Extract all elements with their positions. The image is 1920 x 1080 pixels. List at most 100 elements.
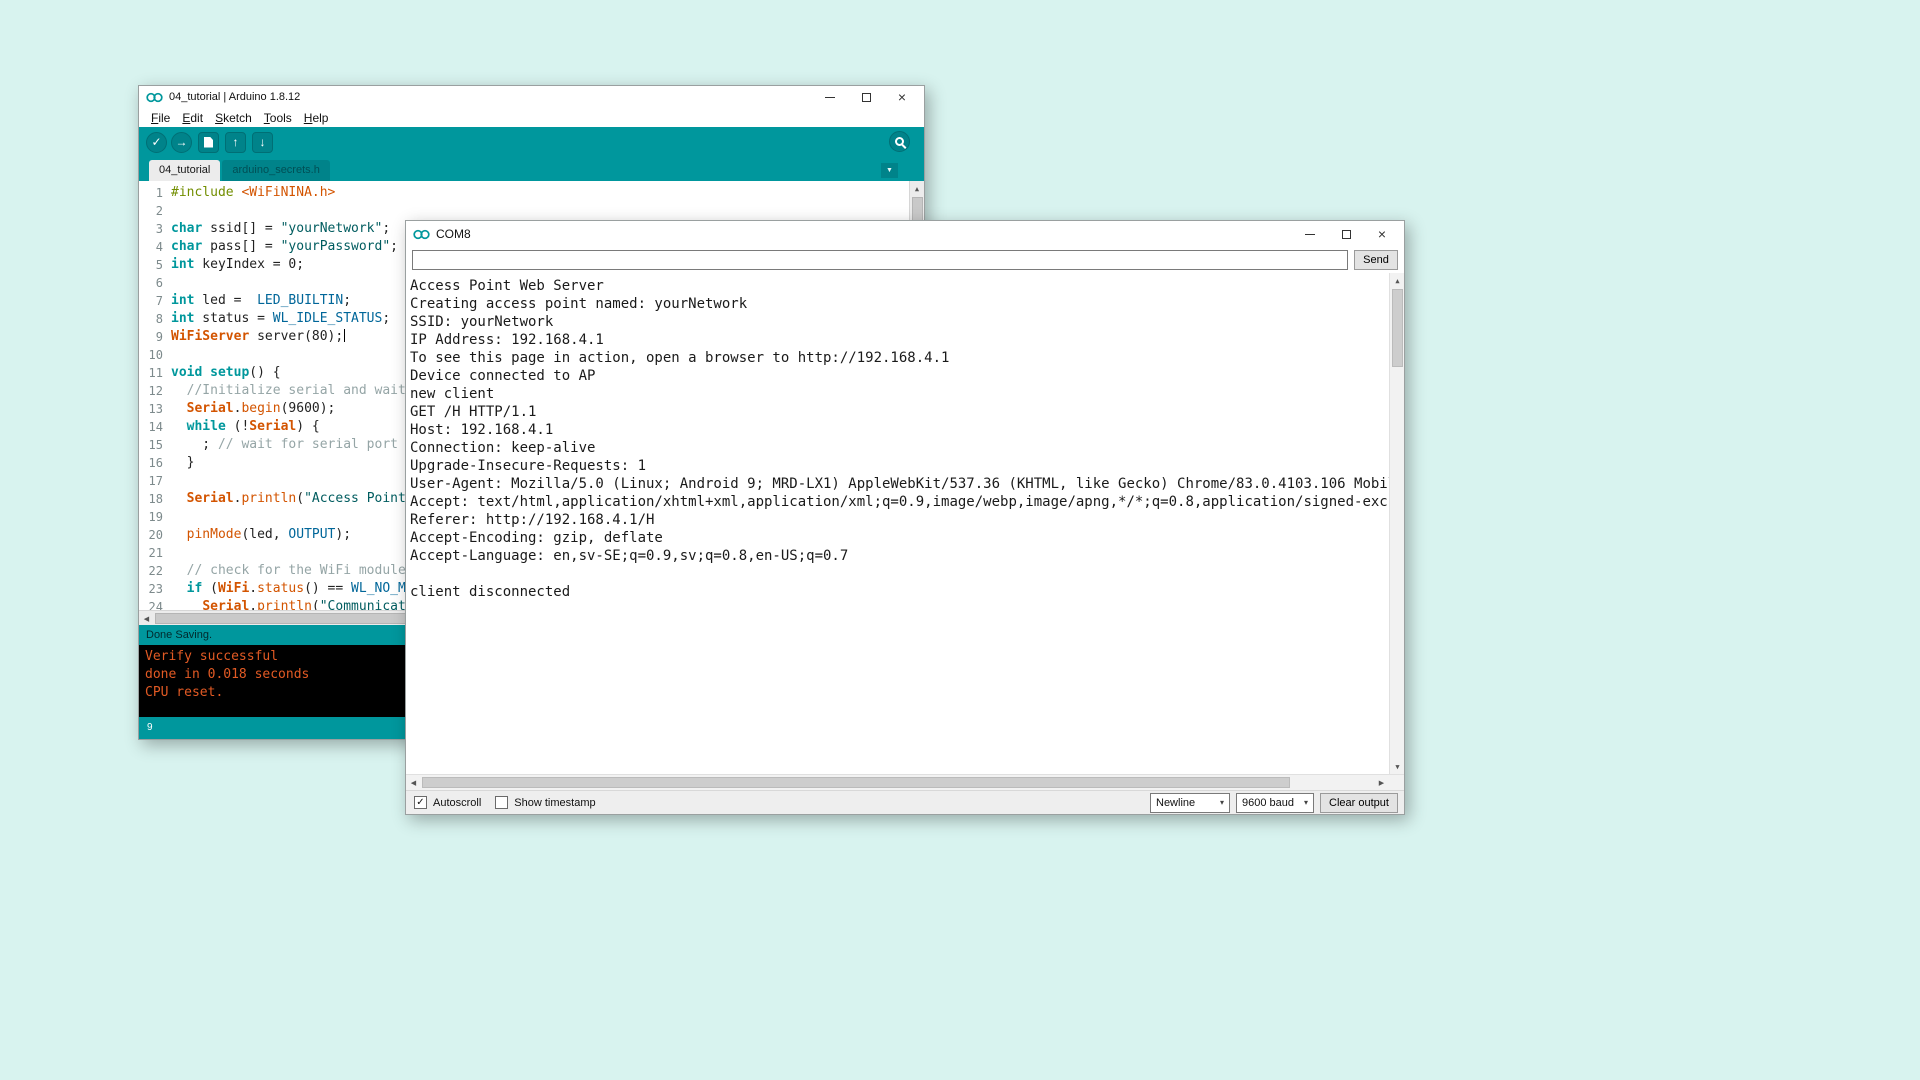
tab-arduino_secrets.h[interactable]: arduino_secrets.h xyxy=(222,160,329,181)
line-number: 1 xyxy=(139,184,171,202)
clear-output-button[interactable]: Clear output xyxy=(1320,793,1398,813)
scroll-up-icon[interactable]: ▲ xyxy=(1390,273,1404,288)
minimize-button[interactable] xyxy=(812,86,848,108)
menu-help[interactable]: Help xyxy=(298,111,335,125)
window-controls: × xyxy=(1292,221,1404,247)
line-number: 8 xyxy=(139,310,171,328)
line-number: 7 xyxy=(139,292,171,310)
line-number: 10 xyxy=(139,346,171,364)
minimize-icon xyxy=(825,97,835,98)
serial-horizontal-scrollbar[interactable]: ◀ ▶ xyxy=(406,774,1404,790)
magnifier-icon xyxy=(895,137,904,146)
arduino-logo-icon xyxy=(413,229,430,240)
scroll-up-icon[interactable]: ▲ xyxy=(910,181,924,196)
serial-line: Host: 192.168.4.1 xyxy=(410,421,1386,439)
ide-toolbar: ✓ → ↑ ↓ xyxy=(139,127,924,157)
window-title: COM8 xyxy=(436,227,471,241)
autoscroll-checkbox[interactable]: ✓ xyxy=(414,796,427,809)
line-number: 24 xyxy=(139,598,171,610)
serial-line: Accept-Language: en,sv-SE;q=0.9,sv;q=0.8… xyxy=(410,547,1386,565)
maximize-icon xyxy=(862,93,871,102)
save-button[interactable]: ↓ xyxy=(252,132,273,153)
scroll-right-icon[interactable]: ▶ xyxy=(1374,775,1389,790)
serial-line: Accept-Encoding: gzip, deflate xyxy=(410,529,1386,547)
tab-list-dropdown[interactable]: ▼ xyxy=(881,163,898,178)
autoscroll-label: Autoscroll xyxy=(433,797,481,809)
maximize-button[interactable] xyxy=(848,86,884,108)
serial-line: Accept: text/html,application/xhtml+xml,… xyxy=(410,493,1386,511)
line-number: 6 xyxy=(139,274,171,292)
chevron-down-icon: ▾ xyxy=(1304,798,1308,807)
menu-bar: FileEditSketchToolsHelp xyxy=(139,108,924,127)
menu-sketch[interactable]: Sketch xyxy=(209,111,258,125)
serial-hscroll-thumb[interactable] xyxy=(422,777,1290,788)
arduino-titlebar[interactable]: 04_tutorial | Arduino 1.8.12 × xyxy=(139,86,924,108)
chevron-down-icon: ▼ xyxy=(886,167,893,174)
serial-line: Upgrade-Insecure-Requests: 1 xyxy=(410,457,1386,475)
serial-titlebar[interactable]: COM8 × xyxy=(406,221,1404,247)
menu-edit[interactable]: Edit xyxy=(176,111,209,125)
serial-line: To see this page in action, open a brows… xyxy=(410,349,1386,367)
line-number: 4 xyxy=(139,238,171,256)
minimize-button[interactable] xyxy=(1292,221,1328,247)
line-ending-select[interactable]: Newline ▾ xyxy=(1150,793,1230,813)
code-line: 2 xyxy=(139,202,924,220)
line-number: 22 xyxy=(139,562,171,580)
line-number: 11 xyxy=(139,364,171,382)
serial-line: new client xyxy=(410,385,1386,403)
line-ending-value: Newline xyxy=(1156,797,1195,809)
line-number: 14 xyxy=(139,418,171,436)
upload-icon: → xyxy=(176,136,188,148)
line-number: 5 xyxy=(139,256,171,274)
line-number: 3 xyxy=(139,220,171,238)
show-timestamp-checkbox[interactable] xyxy=(495,796,508,809)
open-button[interactable]: ↑ xyxy=(225,132,246,153)
window-controls: × xyxy=(812,86,924,108)
code-line: 1#include <WiFiNINA.h> xyxy=(139,184,924,202)
tab-04_tutorial[interactable]: 04_tutorial xyxy=(149,160,220,181)
send-button[interactable]: Send xyxy=(1354,250,1398,270)
serial-line: IP Address: 192.168.4.1 xyxy=(410,331,1386,349)
upload-button[interactable]: → xyxy=(171,132,192,153)
serial-monitor-button[interactable] xyxy=(889,131,910,152)
verify-icon: ✓ xyxy=(151,136,161,148)
new-sketch-button[interactable] xyxy=(198,132,219,153)
serial-line: Creating access point named: yourNetwork xyxy=(410,295,1386,313)
serial-vscroll-thumb[interactable] xyxy=(1392,289,1403,367)
close-button[interactable]: × xyxy=(1364,221,1400,247)
show-timestamp-label: Show timestamp xyxy=(514,797,595,809)
text-cursor xyxy=(344,329,345,342)
cursor-line-indicator: 9 xyxy=(147,722,153,733)
scroll-left-icon[interactable]: ◀ xyxy=(406,775,421,790)
maximize-icon xyxy=(1342,230,1351,239)
open-icon: ↑ xyxy=(233,136,239,148)
line-number: 16 xyxy=(139,454,171,472)
serial-line: SSID: yourNetwork xyxy=(410,313,1386,331)
serial-line: GET /H HTTP/1.1 xyxy=(410,403,1386,421)
menu-tools[interactable]: Tools xyxy=(258,111,298,125)
close-button[interactable]: × xyxy=(884,86,920,108)
line-number: 12 xyxy=(139,382,171,400)
serial-output: ▲ ▼ Access Point Web ServerCreating acce… xyxy=(406,273,1404,774)
line-number: 23 xyxy=(139,580,171,598)
baud-rate-select[interactable]: 9600 baud ▾ xyxy=(1236,793,1314,813)
line-number: 2 xyxy=(139,202,171,220)
serial-input[interactable] xyxy=(412,250,1348,270)
close-icon: × xyxy=(1378,227,1386,241)
scroll-left-icon[interactable]: ◀ xyxy=(139,611,154,626)
line-number: 20 xyxy=(139,526,171,544)
maximize-button[interactable] xyxy=(1328,221,1364,247)
serial-vertical-scrollbar[interactable]: ▲ ▼ xyxy=(1389,273,1404,774)
serial-line: User-Agent: Mozilla/5.0 (Linux; Android … xyxy=(410,475,1386,493)
verify-button[interactable]: ✓ xyxy=(146,132,167,153)
serial-monitor-window: COM8 × Send ▲ ▼ Access Point Web ServerC… xyxy=(405,220,1405,815)
scroll-down-icon[interactable]: ▼ xyxy=(1390,759,1404,774)
tab-bar: 04_tutorialarduino_secrets.h ▼ xyxy=(139,157,924,181)
close-icon: × xyxy=(898,90,906,104)
line-number: 17 xyxy=(139,472,171,490)
menu-file[interactable]: File xyxy=(145,111,176,125)
baud-rate-value: 9600 baud xyxy=(1242,797,1294,809)
window-title: 04_tutorial | Arduino 1.8.12 xyxy=(169,91,300,103)
serial-line: Access Point Web Server xyxy=(410,277,1386,295)
line-number: 13 xyxy=(139,400,171,418)
